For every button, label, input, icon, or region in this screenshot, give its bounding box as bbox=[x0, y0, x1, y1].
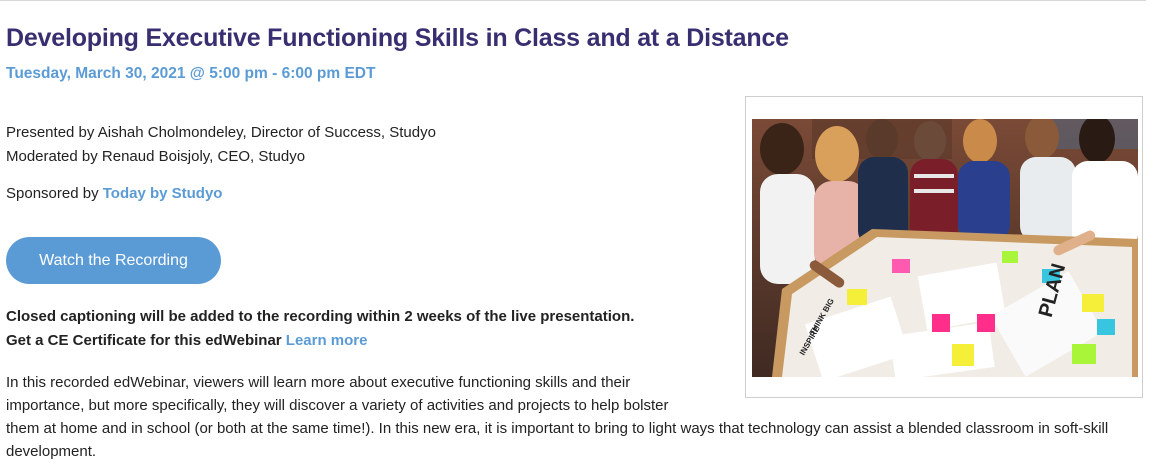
sponsor-link[interactable]: Today by Studyo bbox=[103, 185, 223, 202]
top-divider bbox=[0, 0, 1146, 1]
sponsor-prefix: Sponsored by bbox=[6, 185, 103, 202]
event-image-frame: PLAN THINK BIG INSPIRE bbox=[745, 96, 1143, 398]
learn-more-link[interactable]: Learn more bbox=[286, 332, 368, 349]
presented-by: Presented by Aishah Cholmondeley, Direct… bbox=[6, 124, 436, 141]
page-title: Developing Executive Functioning Skills … bbox=[6, 24, 789, 52]
moderated-by: Moderated by Renaud Boisjoly, CEO, Study… bbox=[6, 148, 306, 165]
ce-text: Get a CE Certificate for this edWebinar bbox=[6, 332, 286, 349]
watch-recording-button[interactable]: Watch the Recording bbox=[6, 237, 221, 284]
event-date: Tuesday, March 30, 2021 @ 5:00 pm - 6:00… bbox=[6, 65, 376, 82]
event-photo: PLAN THINK BIG INSPIRE bbox=[752, 119, 1138, 377]
presenters: Presented by Aishah Cholmondeley, Direct… bbox=[6, 121, 436, 169]
caption-note: Closed captioning will be added to the r… bbox=[6, 308, 635, 325]
ce-certificate-line: Get a CE Certificate for this edWebinar … bbox=[6, 332, 368, 349]
sponsor-line: Sponsored by Today by Studyo bbox=[6, 185, 222, 202]
